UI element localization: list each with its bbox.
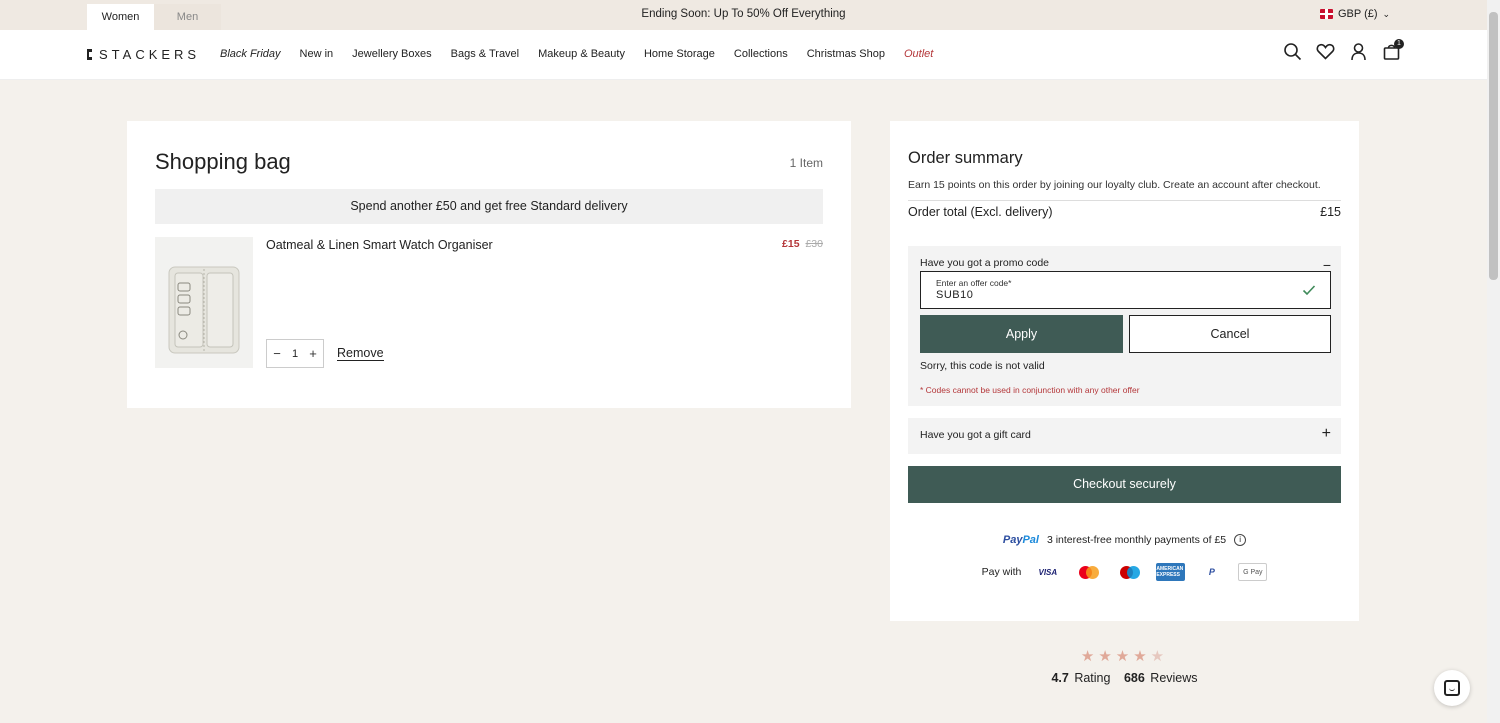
paypal-instalments: PayPal 3 interest-free monthly payments …	[890, 534, 1359, 546]
cancel-button[interactable]: Cancel	[1129, 315, 1331, 353]
half-star: ★	[1150, 648, 1169, 665]
order-total-label: Order total (Excl. delivery)	[908, 205, 1053, 219]
rating-summary: 4.7 Rating 686 Reviews	[890, 671, 1359, 685]
promo-banner[interactable]: Ending Soon: Up To 50% Off Everything	[0, 8, 1487, 20]
stackers-logo[interactable]: STACKERS	[87, 47, 200, 62]
rating-score: 4.7	[1051, 671, 1069, 685]
nav-link-collections[interactable]: Collections	[734, 48, 788, 60]
order-summary-panel: Order summary Earn 15 points on this ord…	[890, 121, 1359, 621]
chevron-down-icon: ⌄	[1382, 8, 1391, 19]
product-image[interactable]	[155, 237, 253, 368]
top-bar: Women Men Ending Soon: Up To 50% Off Eve…	[0, 0, 1487, 30]
page-scrollbar[interactable]	[1487, 0, 1500, 723]
checkout-button[interactable]: Checkout securely	[908, 466, 1341, 503]
apply-button[interactable]: Apply	[920, 315, 1123, 353]
reviews-label: Reviews	[1150, 671, 1198, 685]
nav-link-bags-travel[interactable]: Bags & Travel	[451, 48, 519, 60]
bag-icon[interactable]: 1	[1382, 39, 1404, 61]
payment-methods: Pay with VISA AMERICAN EXPRESS P G Pay	[890, 563, 1359, 581]
scrollbar-thumb[interactable]	[1489, 12, 1498, 280]
paypal-logo: PayPal	[1003, 534, 1039, 546]
offer-code-label: Enter an offer code*	[936, 278, 1012, 288]
review-count: 686	[1123, 671, 1145, 685]
offer-code-value[interactable]: SUB10	[936, 289, 973, 301]
check-icon	[1302, 285, 1316, 296]
visa-icon: VISA	[1038, 567, 1058, 577]
bag-count-badge: 1	[1394, 39, 1404, 49]
price-now: £15	[782, 238, 800, 250]
nav-link-outlet[interactable]: Outlet	[904, 48, 933, 60]
chat-launcher-button[interactable]	[1434, 670, 1470, 706]
codes-note: * Codes cannot be used in conjunction wi…	[920, 385, 1140, 395]
rating-label: Rating	[1074, 671, 1111, 685]
heart-icon[interactable]	[1316, 42, 1335, 61]
nav-link-home-storage[interactable]: Home Storage	[644, 48, 715, 60]
product-price: £15 £30	[782, 238, 823, 250]
decrease-quantity-button[interactable]: −	[271, 346, 283, 361]
product-name[interactable]: Oatmeal & Linen Smart Watch Organiser	[266, 238, 493, 252]
paypal-icon: P	[1208, 567, 1215, 577]
currency-selector[interactable]: GBP (£) ⌄	[1320, 8, 1390, 20]
chat-icon	[1444, 680, 1460, 696]
main-nav: STACKERS Black Friday New in Jewellery B…	[0, 30, 1487, 80]
gift-card-label: Have you got a gift card	[920, 429, 1031, 441]
nav-link-jewellery-boxes[interactable]: Jewellery Boxes	[352, 48, 431, 60]
code-error-message: Sorry, this code is not valid	[920, 360, 1045, 372]
nav-icons: 1	[1283, 39, 1404, 61]
reviews-rating[interactable]: ★★★★★ 4.7 Rating 686 Reviews	[890, 647, 1359, 685]
loyalty-message: Earn 15 points on this order by joining …	[908, 179, 1321, 191]
price-was: £30	[805, 238, 823, 250]
order-summary-title: Order summary	[908, 149, 1023, 167]
order-total-value: £15	[1320, 205, 1341, 219]
google-pay-icon: G Pay	[1238, 563, 1268, 581]
gift-card-section[interactable]: Have you got a gift card +	[908, 418, 1341, 454]
logo-text: STACKERS	[99, 47, 201, 62]
free-delivery-message: Spend another £50 and get free Standard …	[155, 189, 823, 224]
nav-links: Black Friday New in Jewellery Boxes Bags…	[220, 48, 933, 60]
uk-flag-icon	[1320, 9, 1333, 19]
nav-link-new-in[interactable]: New in	[300, 48, 334, 60]
quantity-stepper: − 1 +	[266, 339, 324, 368]
nav-link-christmas-shop[interactable]: Christmas Shop	[807, 48, 885, 60]
mastercard-icon	[1074, 563, 1103, 581]
page-title: Shopping bag	[155, 149, 291, 174]
info-icon[interactable]: i	[1234, 534, 1247, 546]
search-icon[interactable]	[1283, 42, 1302, 61]
user-icon[interactable]	[1349, 42, 1368, 61]
maestro-icon	[1115, 563, 1144, 581]
shopping-bag-panel: Shopping bag 1 Item Spend another £50 an…	[127, 121, 851, 408]
promo-code-toggle[interactable]: Have you got a promo code	[920, 257, 1049, 269]
nav-link-makeup-beauty[interactable]: Makeup & Beauty	[538, 48, 625, 60]
pay-with-label: Pay with	[981, 566, 1022, 578]
remove-item-link[interactable]: Remove	[337, 346, 384, 361]
full-stars: ★★★★	[1080, 648, 1151, 665]
promo-code-section: Have you got a promo code − Enter an off…	[908, 246, 1341, 406]
item-count: 1 Item	[789, 156, 823, 170]
order-total-row: Order total (Excl. delivery) £15	[908, 205, 1341, 219]
increase-quantity-button[interactable]: +	[307, 346, 319, 361]
paypal-logo-part-a: Pay	[1002, 534, 1023, 546]
logo-mark-icon	[87, 49, 92, 60]
star-rating-icon: ★★★★★	[890, 647, 1359, 665]
currency-label: GBP (£)	[1338, 8, 1378, 20]
paypal-instalment-text: 3 interest-free monthly payments of £5	[1046, 534, 1227, 546]
expand-plus-icon[interactable]: +	[1322, 425, 1331, 443]
paypal-logo-part-b: Pal	[1022, 534, 1039, 546]
offer-code-input[interactable]: Enter an offer code* SUB10	[920, 271, 1331, 309]
divider	[908, 200, 1341, 201]
amex-icon: AMERICAN EXPRESS	[1156, 563, 1186, 581]
nav-link-black-friday[interactable]: Black Friday	[220, 48, 281, 60]
quantity-value[interactable]: 1	[292, 348, 298, 360]
